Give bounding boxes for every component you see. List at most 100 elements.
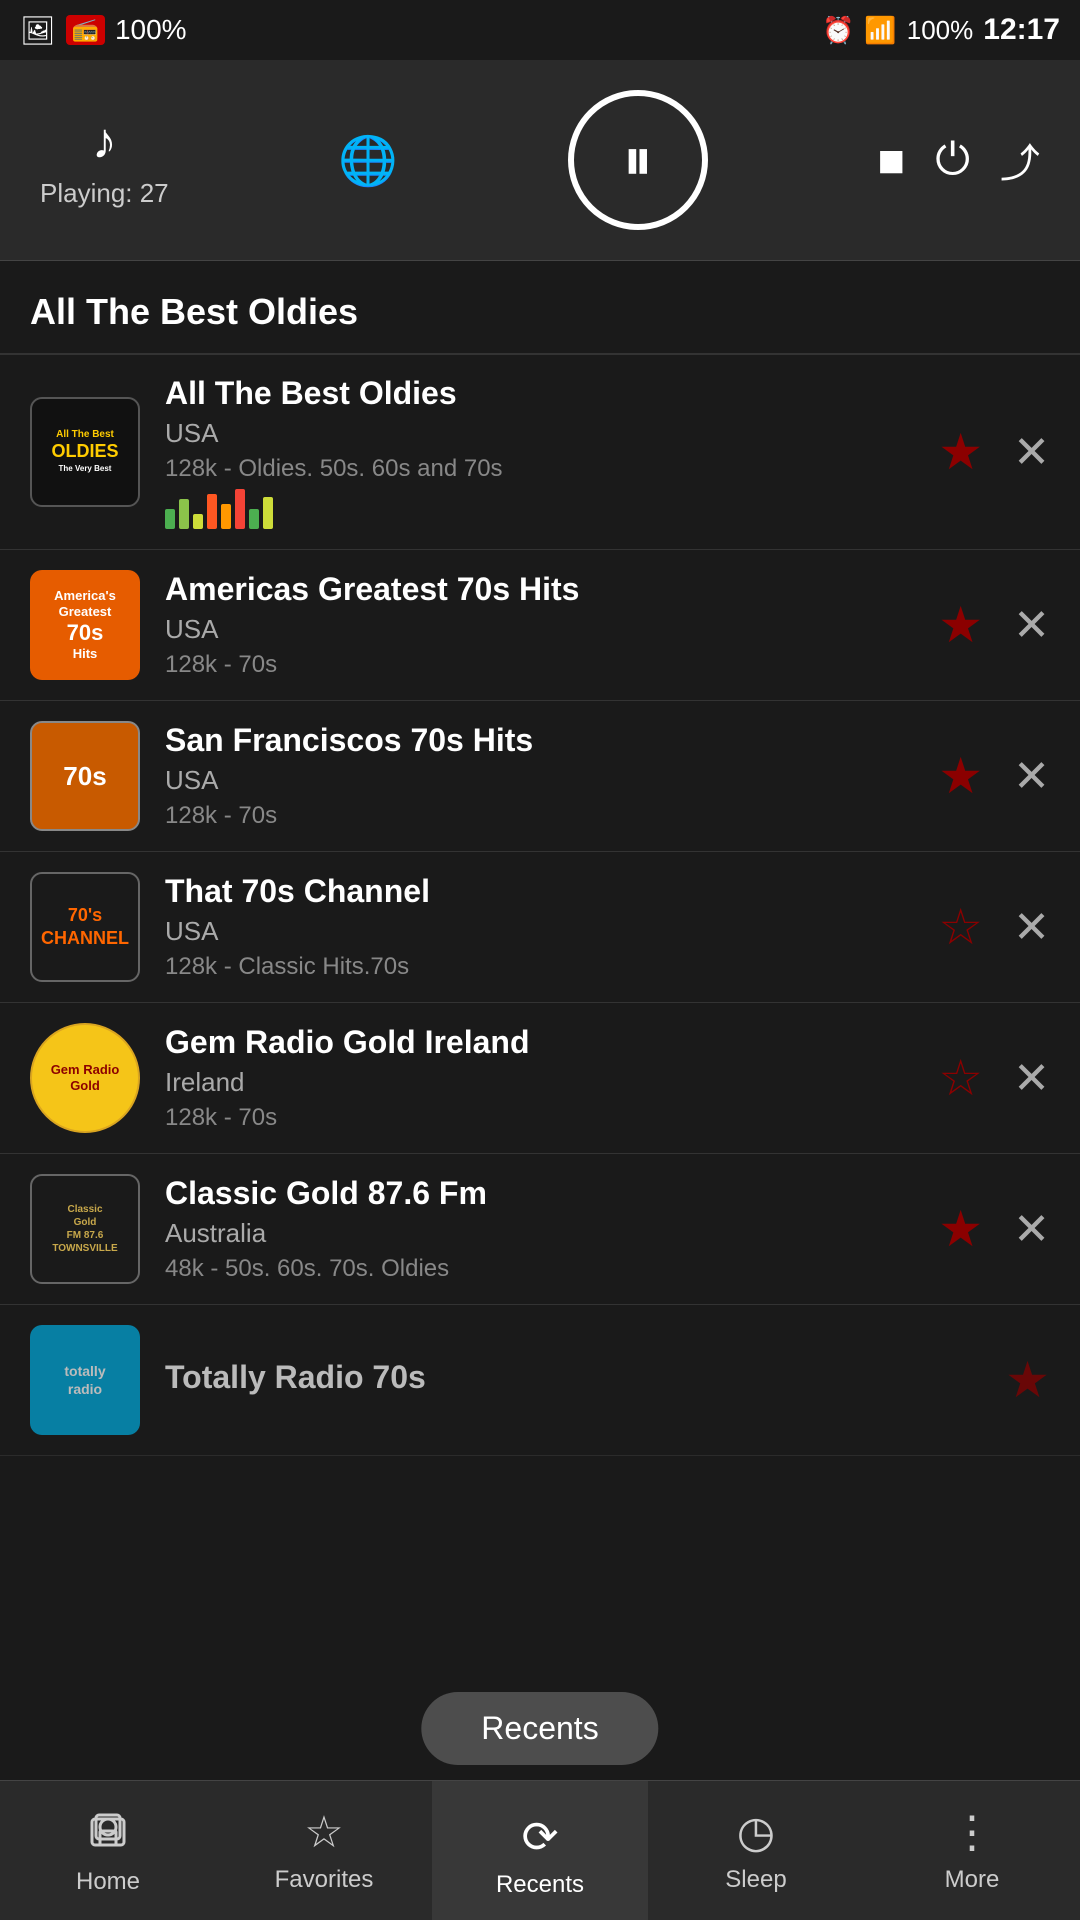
remove-button[interactable]: ✕ (1013, 427, 1050, 478)
list-item[interactable]: America'sGreatest70sHits Americas Greate… (0, 550, 1080, 701)
status-right: ⏰ 📶 100% 12:17 (822, 13, 1060, 47)
home-icon (86, 1805, 130, 1860)
favorite-button[interactable]: ☆ (938, 1049, 983, 1107)
globe-icon[interactable]: 🌐 (338, 132, 398, 189)
nav-home[interactable]: Home (0, 1805, 216, 1896)
photo-icon: 🖼 (20, 14, 56, 47)
nav-more[interactable]: ⋮ More (864, 1807, 1080, 1894)
remove-button[interactable]: ✕ (1013, 751, 1050, 802)
more-label: More (945, 1866, 1000, 1894)
equalizer-bars (165, 489, 923, 529)
sleep-icon: ◷ (737, 1807, 775, 1858)
more-icon: ⋮ (950, 1807, 994, 1858)
station-info: That 70s Channel USA 128k - Classic Hits… (165, 873, 923, 981)
list-item[interactable]: 70s San Franciscos 70s Hits USA 128k - 7… (0, 701, 1080, 852)
station-bitrate: 128k - 70s (165, 802, 923, 830)
app-icon: 📻 (66, 15, 105, 45)
station-logo: 70'sCHANNEL (30, 872, 140, 982)
station-info: San Franciscos 70s Hits USA 128k - 70s (165, 722, 923, 830)
wifi-icon: 📶 (864, 15, 896, 46)
station-bitrate: 128k - Classic Hits.70s (165, 953, 923, 981)
station-name: All The Best Oldies (165, 375, 923, 412)
alarm-icon: ⏰ (822, 15, 854, 46)
playing-label: Playing: 27 (40, 178, 169, 209)
favorites-icon: ☆ (304, 1807, 343, 1858)
pause-button[interactable]: ⏸ (568, 90, 708, 230)
stop-button[interactable]: ■ (877, 133, 905, 187)
remove-button[interactable]: ✕ (1013, 1053, 1050, 1104)
station-actions: ★ ✕ (938, 747, 1050, 805)
recents-label: Recents (496, 1871, 584, 1899)
list-item[interactable]: ClassicGoldFM 87.6TOWNSVILLE Classic Gol… (0, 1154, 1080, 1305)
favorite-button[interactable]: ★ (938, 747, 983, 805)
recents-tooltip: Recents (421, 1692, 658, 1765)
list-item[interactable]: 70'sCHANNEL That 70s Channel USA 128k - … (0, 852, 1080, 1003)
station-country: USA (165, 614, 923, 645)
station-bitrate: 48k - 50s. 60s. 70s. Oldies (165, 1255, 923, 1283)
recents-icon: ⟳ (522, 1812, 559, 1863)
station-actions: ★ ✕ (938, 596, 1050, 654)
status-left: 🖼 📻 100% (20, 14, 187, 47)
station-name: That 70s Channel (165, 873, 923, 910)
remove-button[interactable]: ✕ (1013, 1204, 1050, 1255)
station-bitrate: 128k - 70s (165, 1104, 923, 1132)
share-button[interactable]: ⤴ (1000, 131, 1040, 189)
status-bar: 🖼 📻 100% ⏰ 📶 100% 12:17 (0, 0, 1080, 60)
station-name: San Franciscos 70s Hits (165, 722, 923, 759)
music-note-icon[interactable]: ♪ (92, 112, 117, 170)
station-info: Gem Radio Gold Ireland Ireland 128k - 70… (165, 1024, 923, 1132)
station-info: Americas Greatest 70s Hits USA 128k - 70… (165, 571, 923, 679)
nav-recents[interactable]: ⟳ Recents (432, 1781, 648, 1920)
station-bitrate: 128k - Oldies. 50s. 60s and 70s (165, 455, 923, 483)
station-actions: ★ ✕ (938, 423, 1050, 481)
station-actions: ★ ✕ (938, 1200, 1050, 1258)
remove-button[interactable]: ✕ (1013, 902, 1050, 953)
station-actions: ☆ ✕ (938, 898, 1050, 956)
list-item[interactable]: Gem RadioGold Gem Radio Gold Ireland Ire… (0, 1003, 1080, 1154)
power-button[interactable]: ⏻ (935, 135, 970, 185)
station-name: Totally Radio 70s (165, 1359, 990, 1396)
section-title: All The Best Oldies (0, 261, 1080, 353)
sleep-label: Sleep (725, 1866, 786, 1894)
nav-favorites[interactable]: ☆ Favorites (216, 1807, 432, 1894)
station-country: USA (165, 916, 923, 947)
station-logo: 70s (30, 721, 140, 831)
station-country: Australia (165, 1218, 923, 1249)
favorite-button[interactable]: ★ (938, 1200, 983, 1258)
station-country: USA (165, 765, 923, 796)
list-item[interactable]: totallyradio Totally Radio 70s ★ (0, 1305, 1080, 1456)
bottom-navigation: Home ☆ Favorites ⟳ Recents ◷ Sleep ⋮ Mor… (0, 1780, 1080, 1920)
favorite-button[interactable]: ☆ (938, 898, 983, 956)
station-country: Ireland (165, 1067, 923, 1098)
favorite-button[interactable]: ★ (938, 423, 983, 481)
player-center[interactable]: ⏸ (568, 90, 708, 230)
favorite-button[interactable]: ★ (938, 596, 983, 654)
pause-icon: ⏸ (623, 125, 653, 195)
remove-button[interactable]: ✕ (1013, 600, 1050, 651)
time-display: 12:17 (983, 13, 1060, 47)
station-logo: All The BestOLDIESThe Very Best (30, 397, 140, 507)
nav-sleep[interactable]: ◷ Sleep (648, 1807, 864, 1894)
globe-control: 🌐 (338, 132, 398, 189)
station-info: Totally Radio 70s (165, 1359, 990, 1402)
station-actions: ☆ ✕ (938, 1049, 1050, 1107)
home-label: Home (76, 1868, 140, 1896)
favorite-button[interactable]: ★ (1005, 1351, 1050, 1409)
station-info: Classic Gold 87.6 Fm Australia 48k - 50s… (165, 1175, 923, 1283)
radio-list: All The BestOLDIESThe Very Best All The … (0, 355, 1080, 1456)
station-logo: ClassicGoldFM 87.6TOWNSVILLE (30, 1174, 140, 1284)
station-info: All The Best Oldies USA 128k - Oldies. 5… (165, 375, 923, 529)
favorites-label: Favorites (275, 1866, 374, 1894)
station-country: USA (165, 418, 923, 449)
station-bitrate: 128k - 70s (165, 651, 923, 679)
station-logo: Gem RadioGold (30, 1023, 140, 1133)
battery-count: 100% (115, 14, 187, 46)
player-left-controls: ♪ Playing: 27 (40, 112, 169, 209)
player-right-controls: ■ ⏻ ⤴ (877, 131, 1040, 189)
station-name: Gem Radio Gold Ireland (165, 1024, 923, 1061)
station-logo: totallyradio (30, 1325, 140, 1435)
list-item[interactable]: All The BestOLDIESThe Very Best All The … (0, 355, 1080, 550)
station-logo: America'sGreatest70sHits (30, 570, 140, 680)
player-header: ♪ Playing: 27 🌐 ⏸ ■ ⏻ ⤴ (0, 60, 1080, 261)
station-actions: ★ (1005, 1351, 1050, 1409)
